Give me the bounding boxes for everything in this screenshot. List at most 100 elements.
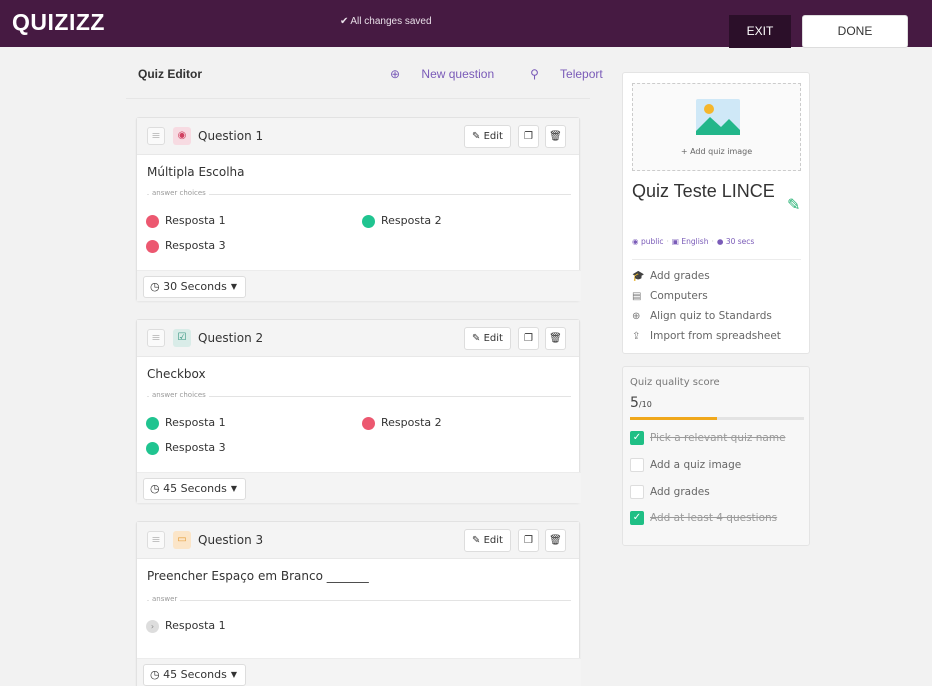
question-header: ≡ ◉ Question 1 ✎ Edit ❐ 🗑 [137,118,579,155]
pencil-icon[interactable]: ✎ [787,195,800,214]
time-select[interactable]: ◷ 45 Seconds ▼ [143,478,246,500]
quality-checklist-item[interactable]: Add a quiz image [630,458,741,472]
caret-down-icon: ▼ [230,282,237,291]
save-status: ✔ All changes saved [340,16,432,27]
separator: · [666,237,669,246]
delete-button[interactable]: 🗑 [545,529,566,552]
caret-down-icon: ▼ [230,484,237,493]
subject-label: Computers [650,290,708,302]
visibility-value[interactable]: public [641,237,664,246]
quality-checklist-item[interactable]: Add grades [630,485,710,499]
answer-text: Resposta 1 [165,416,226,429]
edit-button[interactable]: ✎ Edit [464,327,511,350]
time-select[interactable]: ◷ 30 Seconds ▼ [143,276,246,298]
edit-button[interactable]: ✎ Edit [464,529,511,552]
duplicate-button[interactable]: ❐ [518,327,539,350]
clock-icon: ◷ [150,280,160,293]
question-footer: ◷ 30 Seconds ▼ [137,270,581,301]
teleport-button[interactable]: ⚲ Teleport [530,67,621,81]
quiz-quality-panel: Quiz quality score 5/10 ✓ Pick a relevant… [622,366,810,546]
quiz-meta: ◉ public · ▣ English · ● 30 secs [632,237,754,246]
score-max: /10 [638,400,652,409]
drag-handle-icon[interactable]: ≡ [147,329,165,347]
editor-actions: ⊕ New question ⚲ Teleport [390,67,639,81]
exit-button[interactable]: EXIT [729,15,791,48]
divider [147,194,571,195]
caret-down-icon: ▼ [230,670,237,679]
time-select[interactable]: ◷ 45 Seconds ▼ [143,664,246,686]
quality-title: Quiz quality score [630,377,720,388]
answer-text: Resposta 1 [165,214,226,227]
answer-text: Resposta 3 [165,239,226,252]
score-value: 5 [630,395,639,411]
upload-icon: ⇪ [632,331,641,342]
import-spreadsheet-link[interactable]: ⇪ Import from spreadsheet [632,330,781,342]
answer-choice: Resposta 2 [362,214,442,228]
checkbox-checked-icon: ✓ [630,511,644,525]
question-header: ≡ ▭ Question 3 ✎ Edit ❐ 🗑 [137,522,579,559]
clock-icon: ● [716,237,724,246]
correct-dot-icon [146,441,159,455]
quiz-editor-title: Quiz Editor [138,67,202,81]
image-placeholder-icon [696,99,740,135]
correct-dot-icon [362,214,375,228]
question-footer: ◷ 45 Seconds ▼ [137,472,581,503]
check-icon: ✔ [340,16,349,27]
duplicate-button[interactable]: ❐ [518,529,539,552]
time-value: 45 Seconds [163,668,227,681]
answer-choice: › Resposta 1 [146,619,226,633]
time-value: 30 Seconds [163,280,227,293]
new-question-button[interactable]: ⊕ New question [390,67,512,81]
document-icon: ▤ [632,291,642,302]
language-value[interactable]: English [681,237,708,246]
divider [147,396,571,397]
divider [126,98,590,99]
checkbox-checked-icon: ✓ [630,431,644,445]
add-quiz-image-button[interactable]: + Add quiz image [632,83,801,171]
answer-choice: Resposta 3 [146,239,226,253]
add-quiz-image-label: + Add quiz image [680,147,753,156]
answer-text: Resposta 2 [381,214,442,227]
edit-button[interactable]: ✎ Edit [464,125,511,148]
question-card: ≡ ◉ Question 1 ✎ Edit ❐ 🗑 Múltipla Escol… [136,117,581,301]
done-button[interactable]: DONE [802,15,908,48]
question-text: Checkbox [147,367,206,381]
question-number: Question 2 [198,331,264,345]
answer-choice: Resposta 2 [362,416,442,430]
radio-icon: ◉ [173,127,191,145]
edit-label: Edit [483,333,503,344]
delete-button[interactable]: 🗑 [545,125,566,148]
question-footer: ◷ 45 Seconds ▼ [137,658,581,686]
question-header: ≡ ☑ Question 2 ✎ Edit ❐ 🗑 [137,320,579,357]
question-text: Múltipla Escolha [147,165,245,179]
quality-checklist-item[interactable]: ✓ Pick a relevant quiz name [630,431,786,445]
plus-circle-icon: ⊕ [390,67,401,81]
chevron-right-icon: › [146,619,159,633]
import-spreadsheet-label: Import from spreadsheet [650,330,781,342]
edit-label: Edit [483,535,503,546]
duplicate-button[interactable]: ❐ [518,125,539,148]
plus-circle-icon: ⊕ [632,311,641,322]
delete-button[interactable]: 🗑 [545,327,566,350]
quality-checklist-item[interactable]: ✓ Add at least 4 questions [630,511,777,525]
add-grades-link[interactable]: 🎓 Add grades [632,270,710,282]
new-question-label: New question [421,67,495,81]
drag-handle-icon[interactable]: ≡ [147,127,165,145]
align-standards-link[interactable]: ⊕ Align quiz to Standards [632,310,772,322]
save-status-text: All changes saved [350,16,432,27]
answer-choice: Resposta 1 [146,214,226,228]
subject-link[interactable]: ▤ Computers [632,290,708,302]
add-grades-label: Add grades [650,270,710,282]
time-value[interactable]: 30 secs [726,237,754,246]
answer-choice: Resposta 1 [146,416,226,430]
align-standards-label: Align quiz to Standards [650,310,772,322]
drag-handle-icon[interactable]: ≡ [147,531,165,549]
top-bar: QUIZIZZ ✔ All changes saved EXIT DONE [0,0,932,48]
question-text: Preencher Espaço em Branco _______ [147,569,369,583]
quizizz-logo[interactable]: QUIZIZZ [12,9,105,36]
question-card: ≡ ▭ Question 3 ✎ Edit ❐ 🗑 Preencher Espa… [136,521,581,686]
quality-score: 5/10 [630,395,652,411]
blank-icon: ▭ [173,531,191,549]
question-card: ≡ ☑ Question 2 ✎ Edit ❐ 🗑 Checkbox answe… [136,319,581,503]
checkbox-empty-icon [630,485,644,499]
